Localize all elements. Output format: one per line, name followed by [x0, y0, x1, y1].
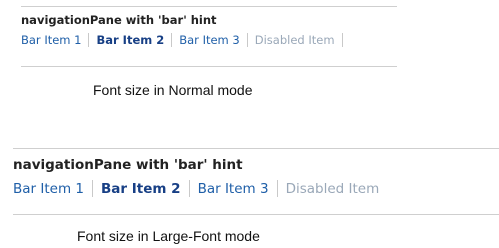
item-separator [88, 33, 90, 47]
item-separator [92, 180, 93, 197]
page: navigationPane with 'bar' hint Bar Item … [0, 0, 499, 248]
bar-item-3[interactable]: Bar Item 3 [179, 33, 239, 47]
bar-item-1[interactable]: Bar Item 1 [21, 33, 81, 47]
caption: Font size in Normal mode [93, 82, 253, 98]
top-divider [13, 148, 499, 149]
bar-item-2[interactable]: Bar Item 2 [96, 33, 164, 47]
bottom-divider [13, 214, 499, 215]
item-separator [341, 33, 343, 47]
item-separator [171, 33, 173, 47]
disabled-item: Disabled Item [285, 180, 380, 197]
navigation-bar: Bar Item 1 Bar Item 2 Bar Item 3 Disable… [21, 33, 350, 47]
item-separator [246, 33, 248, 47]
top-divider [21, 6, 397, 7]
item-separator [276, 180, 278, 197]
navigation-bar: Bar Item 1 Bar Item 2 Bar Item 3 Disable… [13, 180, 379, 197]
bar-item-1[interactable]: Bar Item 1 [13, 181, 84, 197]
pane-title: navigationPane with 'bar' hint [13, 157, 243, 173]
bottom-divider [21, 66, 397, 67]
disabled-item: Disabled Item [254, 33, 335, 47]
bar-item-2[interactable]: Bar Item 2 [101, 181, 181, 197]
bar-item-3[interactable]: Bar Item 3 [198, 181, 269, 197]
pane-title: navigationPane with 'bar' hint [21, 13, 217, 27]
item-separator [188, 180, 190, 197]
caption: Font size in Large-Font mode [77, 228, 260, 244]
